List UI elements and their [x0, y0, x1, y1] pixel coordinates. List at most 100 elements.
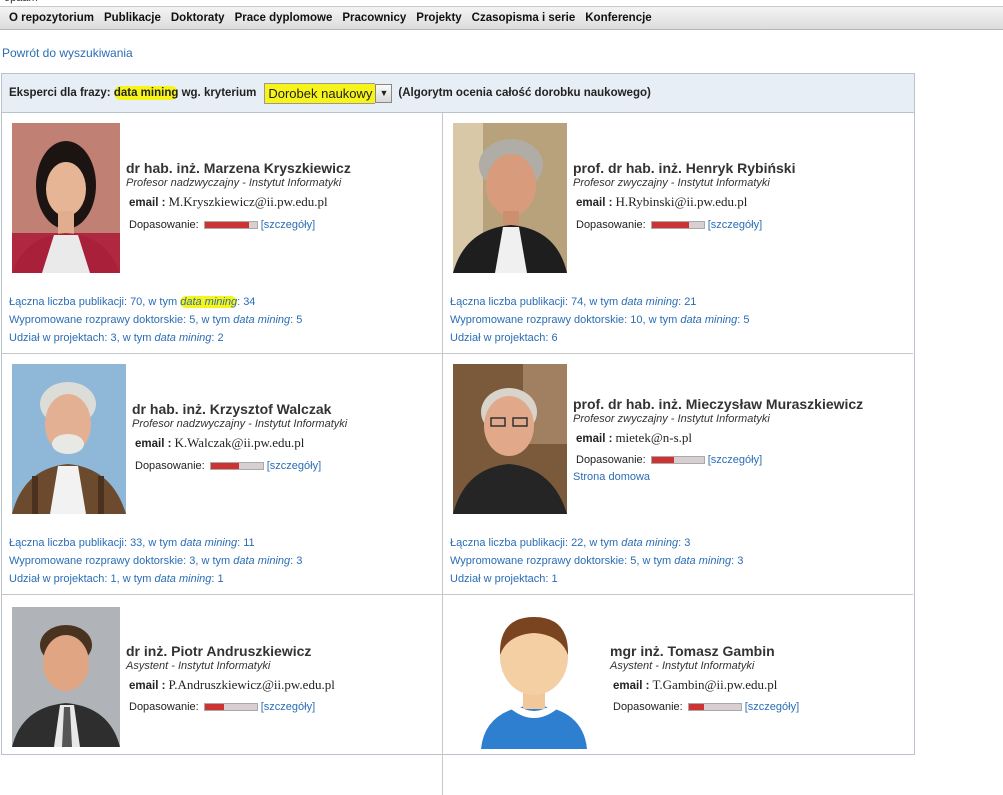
match-fill: [651, 222, 690, 228]
expert-email: email : P.Andruszkiewicz@ii.pw.edu.pl: [129, 677, 335, 693]
details-link[interactable]: [szczegóły]: [708, 219, 762, 231]
expert-photo: [12, 364, 126, 514]
chevron-down-icon[interactable]: ▼: [375, 83, 393, 103]
menu-o-repozytorium[interactable]: O repozytorium: [9, 12, 94, 24]
match-bar: [209, 462, 264, 470]
publications-stat[interactable]: Łączna liczba publikacji: 22, w tym data…: [450, 537, 690, 549]
projects-stat[interactable]: Udział w projektach: 6: [450, 332, 558, 344]
criterion-value[interactable]: Dorobek naukowy: [264, 82, 376, 104]
details-link[interactable]: [szczegóły]: [708, 454, 762, 466]
match-bar: [203, 221, 258, 229]
experts-header: Eksperci dla frazy: data mining wg. kryt…: [2, 74, 914, 113]
menu-konferencje[interactable]: Konferencje: [585, 12, 651, 24]
expert-photo: [12, 607, 120, 747]
email-label: email :: [613, 680, 650, 692]
match-fill: [204, 222, 249, 228]
email-value[interactable]: H.Rybinski@ii.pw.edu.pl: [615, 194, 747, 209]
match-row: Dopasowanie: [szczegóły]: [129, 701, 315, 713]
expert-card: mgr inż. Tomasz Gambin Asystent - Instyt…: [443, 595, 913, 795]
main-menu: O repozytorium Publikacje Doktoraty Prac…: [0, 7, 1003, 30]
details-link[interactable]: [szczegóły]: [745, 701, 799, 713]
expert-card: prof. dr hab. inż. Henryk Rybiński Profe…: [443, 113, 913, 354]
expert-card: dr inż. Piotr Andruszkiewicz Asystent - …: [2, 595, 443, 795]
expert-email: email : T.Gambin@ii.pw.edu.pl: [613, 677, 777, 693]
email-value[interactable]: M.Kryszkiewicz@ii.pw.edu.pl: [168, 194, 327, 209]
expert-email: email : M.Kryszkiewicz@ii.pw.edu.pl: [129, 194, 328, 210]
match-label: Dopasowanie:: [129, 701, 199, 713]
match-fill: [651, 457, 674, 463]
email-label: email :: [135, 438, 172, 450]
back-to-search-link[interactable]: Powrót do wyszukiwania: [2, 46, 133, 60]
expert-name[interactable]: dr hab. inż. Krzysztof Walczak: [132, 401, 331, 417]
expert-name[interactable]: prof. dr hab. inż. Henryk Rybiński: [573, 160, 795, 176]
menu-czasopisma[interactable]: Czasopisma i serie: [472, 12, 576, 24]
details-link[interactable]: [szczegóły]: [261, 701, 315, 713]
match-bar: [650, 221, 705, 229]
expert-position: Profesor nadzwyczajny - Instytut Informa…: [132, 418, 348, 430]
expert-name[interactable]: dr hab. inż. Marzena Kryszkiewicz: [126, 160, 351, 176]
email-label: email :: [576, 433, 613, 445]
search-phrase: data mining: [113, 86, 179, 100]
expert-email: email : K.Walczak@ii.pw.edu.pl: [135, 435, 304, 451]
menu-doktoraty[interactable]: Doktoraty: [171, 12, 225, 24]
match-row: Dopasowanie: [szczegóły]: [613, 701, 799, 713]
match-fill: [204, 704, 225, 710]
phrase-label: data mining: [180, 296, 238, 308]
homepage-link[interactable]: Strona domowa: [573, 471, 650, 483]
email-label: email :: [576, 197, 613, 209]
expert-name[interactable]: mgr inż. Tomasz Gambin: [610, 643, 775, 659]
match-label: Dopasowanie:: [613, 701, 683, 713]
phd-stat[interactable]: Wypromowane rozprawy doktorskie: 3, w ty…: [9, 555, 302, 567]
match-bar: [687, 703, 742, 711]
projects-stat[interactable]: Udział w projektach: 1, w tym data minin…: [9, 573, 224, 585]
menu-publikacje[interactable]: Publikacje: [104, 12, 161, 24]
expert-name[interactable]: dr inż. Piotr Andruszkiewicz: [126, 643, 311, 659]
email-value[interactable]: T.Gambin@ii.pw.edu.pl: [652, 677, 777, 692]
expert-position: Profesor zwyczajny - Instytut Informatyk…: [573, 413, 770, 425]
header-prefix: Eksperci dla frazy:: [9, 87, 111, 99]
expert-position: Profesor nadzwyczajny - Instytut Informa…: [126, 177, 342, 189]
match-fill: [210, 463, 240, 469]
email-value[interactable]: P.Andruszkiewicz@ii.pw.edu.pl: [168, 677, 334, 692]
expert-card: dr hab. inż. Krzysztof Walczak Profesor …: [2, 354, 443, 595]
expert-position: Profesor zwyczajny - Instytut Informatyk…: [573, 177, 770, 189]
match-row: Dopasowanie: [szczegóły]: [129, 219, 315, 231]
algorithm-note: (Algorytm ocenia całość dorobku naukoweg…: [398, 87, 651, 99]
expert-name[interactable]: prof. dr hab. inż. Mieczysław Muraszkiew…: [573, 396, 863, 412]
expert-photo: [453, 123, 567, 273]
match-bar: [650, 456, 705, 464]
projects-stat[interactable]: Udział w projektach: 1: [450, 573, 558, 585]
details-link[interactable]: [szczegóły]: [261, 219, 315, 231]
details-link[interactable]: [szczegóły]: [267, 460, 321, 472]
menu-projekty[interactable]: Projekty: [416, 12, 461, 24]
phd-stat[interactable]: Wypromowane rozprawy doktorskie: 5, w ty…: [9, 314, 302, 326]
match-row: Dopasowanie: [szczegóły]: [576, 219, 762, 231]
top-cut-text: opaam: [0, 0, 1003, 7]
email-value[interactable]: mietek@n-s.pl: [615, 430, 692, 445]
email-value[interactable]: K.Walczak@ii.pw.edu.pl: [174, 435, 304, 450]
projects-stat[interactable]: Udział w projektach: 3, w tym data minin…: [9, 332, 224, 344]
email-label: email :: [129, 680, 166, 692]
publications-stat[interactable]: Łączna liczba publikacji: 33, w tym data…: [9, 537, 255, 549]
menu-pracownicy[interactable]: Pracownicy: [342, 12, 406, 24]
criterion-select[interactable]: Dorobek naukowy ▼: [264, 82, 393, 104]
phd-stat[interactable]: Wypromowane rozprawy doktorskie: 5, w ty…: [450, 555, 743, 567]
match-label: Dopasowanie:: [129, 219, 199, 231]
menu-prace-dyplomowe[interactable]: Prace dyplomowe: [235, 12, 333, 24]
expert-photo: [12, 123, 120, 273]
phd-stat[interactable]: Wypromowane rozprawy doktorskie: 10, w t…: [450, 314, 749, 326]
match-fill: [688, 704, 705, 710]
publications-stat[interactable]: Łączna liczba publikacji: 74, w tym data…: [450, 296, 696, 308]
email-label: email :: [129, 197, 166, 209]
match-label: Dopasowanie:: [576, 219, 646, 231]
publications-stat[interactable]: Łączna liczba publikacji: 70, w tym data…: [9, 296, 255, 308]
expert-email: email : H.Rybinski@ii.pw.edu.pl: [576, 194, 747, 210]
expert-photo: [453, 364, 567, 514]
expert-email: email : mietek@n-s.pl: [576, 430, 692, 446]
expert-card: dr hab. inż. Marzena Kryszkiewicz Profes…: [2, 113, 443, 354]
experts-panel: Eksperci dla frazy: data mining wg. kryt…: [1, 73, 915, 795]
expert-card: prof. dr hab. inż. Mieczysław Muraszkiew…: [443, 354, 913, 595]
match-row: Dopasowanie: [szczegóły]: [135, 460, 321, 472]
match-bar: [203, 703, 258, 711]
expert-position: Asystent - Instytut Informatyki: [610, 660, 755, 672]
